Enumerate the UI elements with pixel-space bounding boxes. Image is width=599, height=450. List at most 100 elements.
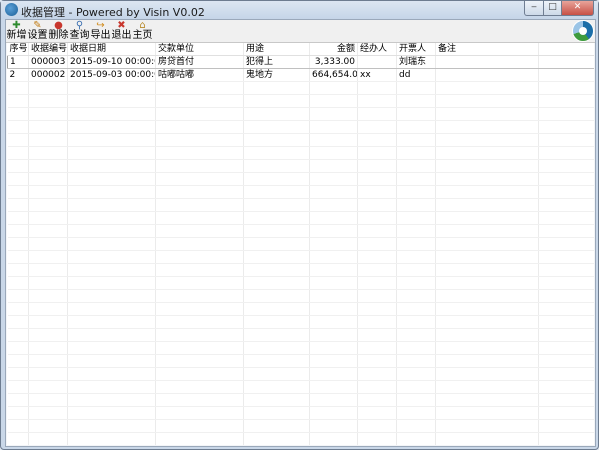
search-button-label: 查询 bbox=[69, 30, 90, 41]
empty-cell bbox=[357, 94, 397, 108]
empty-cell bbox=[243, 393, 310, 407]
empty-cell bbox=[309, 120, 358, 134]
empty-row bbox=[7, 380, 594, 394]
cell-remarks[interactable] bbox=[435, 55, 539, 69]
empty-cell bbox=[243, 172, 310, 186]
cell-receipt-date[interactable]: 2015-09-10 00:00:00 bbox=[67, 55, 156, 69]
empty-cell bbox=[28, 146, 68, 160]
empty-cell bbox=[67, 263, 156, 277]
empty-row bbox=[7, 276, 594, 290]
cell-payer[interactable]: 房贷首付 bbox=[155, 55, 244, 69]
empty-cell bbox=[357, 393, 397, 407]
empty-cell bbox=[155, 302, 244, 316]
empty-cell bbox=[538, 419, 594, 433]
empty-cell bbox=[7, 354, 29, 368]
delete-button[interactable]: ● 删除 bbox=[48, 20, 69, 42]
cell-filler bbox=[538, 68, 594, 82]
column-header-remarks[interactable]: 备注 bbox=[435, 43, 539, 56]
column-header-purpose[interactable]: 用途 bbox=[243, 43, 310, 56]
cell-issuer[interactable]: 刘瑞东 bbox=[396, 55, 436, 69]
empty-cell bbox=[243, 159, 310, 173]
empty-cell bbox=[155, 380, 244, 394]
empty-cell bbox=[435, 172, 539, 186]
empty-cell bbox=[357, 406, 397, 420]
empty-cell bbox=[7, 133, 29, 147]
empty-cell bbox=[243, 432, 310, 445]
cell-index[interactable]: 2 bbox=[7, 68, 29, 82]
column-header-index[interactable]: 序号 bbox=[7, 43, 29, 56]
app-icon bbox=[5, 3, 18, 16]
empty-cell bbox=[538, 289, 594, 303]
settings-button[interactable]: ✎ 设置 bbox=[27, 20, 48, 42]
empty-row bbox=[7, 354, 594, 368]
empty-cell bbox=[435, 289, 539, 303]
empty-cell bbox=[28, 211, 68, 225]
cell-amount[interactable]: 3,333.00 bbox=[309, 55, 358, 69]
empty-cell bbox=[309, 159, 358, 173]
home-button[interactable]: ⌂ 主页 bbox=[132, 20, 153, 42]
export-button[interactable]: ↪ 导出 bbox=[90, 20, 111, 42]
empty-cell bbox=[357, 341, 397, 355]
empty-row bbox=[7, 224, 594, 238]
empty-cell bbox=[155, 432, 244, 445]
table-row[interactable]: 2 000002 2015-09-03 00:00:00 咕嘟咕嘟 鬼地方 66… bbox=[7, 68, 594, 82]
empty-cell bbox=[435, 432, 539, 445]
maximize-button[interactable]: □ bbox=[544, 1, 562, 16]
column-header-payer[interactable]: 交款单位 bbox=[155, 43, 244, 56]
column-header-amount[interactable]: 金额 bbox=[309, 43, 358, 56]
cell-amount[interactable]: 664,654.00 bbox=[309, 68, 358, 82]
cell-index[interactable]: 1 bbox=[7, 55, 29, 69]
close-button[interactable]: ✕ bbox=[562, 1, 594, 16]
empty-cell bbox=[357, 328, 397, 342]
empty-cell bbox=[67, 406, 156, 420]
empty-row bbox=[7, 146, 594, 160]
empty-cell bbox=[309, 107, 358, 121]
cell-issuer[interactable]: dd bbox=[396, 68, 436, 82]
cell-payer[interactable]: 咕嘟咕嘟 bbox=[155, 68, 244, 82]
column-header-issuer[interactable]: 开票人 bbox=[396, 43, 436, 56]
empty-cell bbox=[396, 172, 436, 186]
cell-remarks[interactable] bbox=[435, 68, 539, 82]
empty-cell bbox=[67, 328, 156, 342]
cell-receipt-no[interactable]: 000003 bbox=[28, 55, 68, 69]
empty-cell bbox=[243, 81, 310, 95]
empty-cell bbox=[309, 81, 358, 95]
empty-cell bbox=[396, 393, 436, 407]
column-header-receipt-no[interactable]: 收据编号 bbox=[28, 43, 68, 56]
empty-cell bbox=[7, 81, 29, 95]
empty-cell bbox=[309, 146, 358, 160]
add-button[interactable]: ✚ 新增 bbox=[6, 20, 27, 42]
empty-cell bbox=[243, 198, 310, 212]
cell-handler[interactable]: xx bbox=[357, 68, 397, 82]
empty-cell bbox=[155, 146, 244, 160]
empty-cell bbox=[396, 198, 436, 212]
cell-purpose[interactable]: 犯得上 bbox=[243, 55, 310, 69]
empty-cell bbox=[538, 133, 594, 147]
minimize-button[interactable]: ‒ bbox=[524, 1, 544, 16]
empty-row bbox=[7, 94, 594, 108]
cell-receipt-date[interactable]: 2015-09-03 00:00:00 bbox=[67, 68, 156, 82]
empty-cell bbox=[7, 406, 29, 420]
table-row[interactable]: 1 000003 2015-09-10 00:00:00 房贷首付 犯得上 3,… bbox=[7, 55, 594, 69]
exit-button[interactable]: ✖ 退出 bbox=[111, 20, 132, 42]
search-button[interactable]: ⚲ 查询 bbox=[69, 20, 90, 42]
cell-purpose[interactable]: 鬼地方 bbox=[243, 68, 310, 82]
empty-cell bbox=[155, 393, 244, 407]
empty-cell bbox=[67, 198, 156, 212]
title-bar[interactable]: 收据管理 - Powered by Visin V0.02 ‒ □ ✕ bbox=[1, 1, 598, 19]
export-button-label: 导出 bbox=[90, 30, 111, 41]
empty-cell bbox=[538, 302, 594, 316]
cell-receipt-no[interactable]: 000002 bbox=[28, 68, 68, 82]
column-header-handler[interactable]: 经办人 bbox=[357, 43, 397, 56]
column-header-receipt-date[interactable]: 收据日期 bbox=[67, 43, 156, 56]
empty-cell bbox=[538, 341, 594, 355]
empty-cell bbox=[7, 315, 29, 329]
empty-cell bbox=[538, 367, 594, 381]
empty-cell bbox=[357, 211, 397, 225]
empty-cell bbox=[155, 211, 244, 225]
empty-cell bbox=[243, 94, 310, 108]
empty-cell bbox=[7, 185, 29, 199]
cell-handler[interactable] bbox=[357, 55, 397, 69]
empty-cell bbox=[538, 328, 594, 342]
empty-cell bbox=[28, 94, 68, 108]
